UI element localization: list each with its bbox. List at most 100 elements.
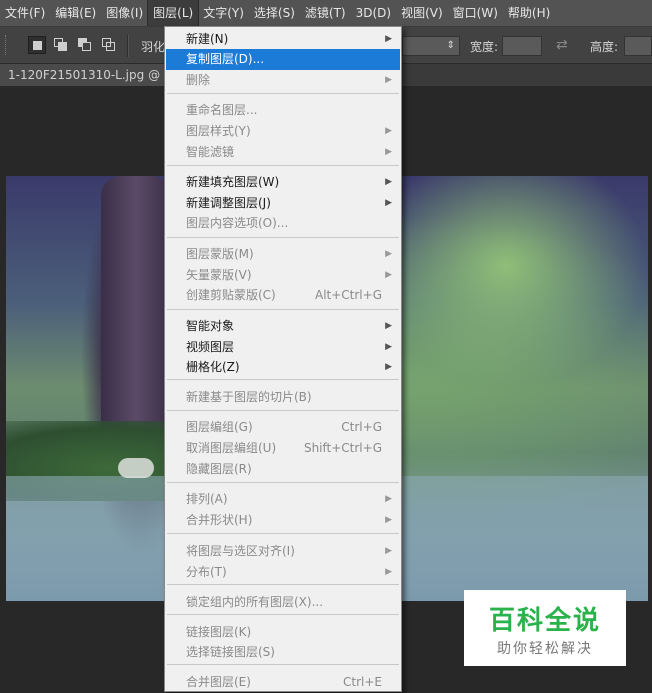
menu-item-label: 智能滤镜	[186, 145, 235, 159]
layer-menu-item[interactable]: 复制图层(D)...	[166, 49, 400, 70]
height-label: 高度:	[590, 40, 619, 54]
menu-item-label: 新建基于图层的切片(B)	[186, 390, 312, 404]
menu-separator	[167, 309, 399, 310]
submenu-arrow-icon: ▶	[385, 494, 392, 504]
menu-separator	[167, 410, 399, 411]
submenu-arrow-icon: ▶	[385, 249, 392, 259]
subtract-selection-button[interactable]	[76, 36, 94, 54]
menu-file[interactable]: 文件(F)	[0, 0, 50, 26]
width-label: 宽度:	[470, 40, 499, 54]
menu-bar: 文件(F) 编辑(E) 图像(I) 图层(L) 文字(Y) 选择(S) 滤镜(T…	[0, 0, 652, 27]
menu-item-label: 矢量蒙版(V)	[186, 268, 252, 282]
menu-image[interactable]: 图像(I)	[101, 0, 148, 26]
rabbits	[118, 458, 154, 478]
menu-type[interactable]: 文字(Y)	[198, 0, 249, 26]
layer-menu-item: 图层样式(Y) ▶	[166, 121, 400, 142]
menu-3d[interactable]: 3D(D)	[351, 0, 396, 26]
watermark-subtitle: 助你轻松解决	[497, 641, 593, 657]
submenu-arrow-icon: ▶	[385, 270, 392, 280]
height-input[interactable]	[624, 36, 652, 56]
menu-item-label: 将图层与选区对齐(I)	[186, 544, 295, 558]
menu-separator	[167, 165, 399, 166]
layer-menu-item[interactable]: 新建(N) ▶	[166, 29, 400, 50]
new-selection-button[interactable]	[28, 36, 46, 54]
menu-item-label: 复制图层(D)...	[186, 52, 265, 66]
layer-menu-item: 隐藏图层(R)	[166, 459, 400, 480]
width-input[interactable]	[502, 36, 542, 56]
menu-item-label: 锁定组内的所有图层(X)...	[186, 595, 324, 609]
menu-item-shortcut: Ctrl+G	[341, 420, 382, 434]
layer-menu-item: 将图层与选区对齐(I) ▶	[166, 541, 400, 562]
menu-select[interactable]: 选择(S)	[249, 0, 300, 26]
menu-item-label: 图层蒙版(M)	[186, 247, 254, 261]
menu-filter[interactable]: 滤镜(T)	[300, 0, 351, 26]
menu-item-label: 新建(N)	[186, 32, 229, 46]
feather-label: 羽化	[141, 40, 166, 54]
submenu-arrow-icon: ▶	[385, 567, 392, 577]
layer-menu-item[interactable]: 新建调整图层(J) ▶	[166, 193, 400, 214]
swap-icon[interactable]: ⇄	[556, 37, 568, 53]
menu-separator	[167, 614, 399, 615]
menu-item-label: 排列(A)	[186, 492, 228, 506]
menu-item-label: 图层样式(Y)	[186, 124, 251, 138]
menu-item-label: 图层内容选项(O)...	[186, 216, 289, 230]
add-selection-button[interactable]	[52, 36, 70, 54]
menu-view[interactable]: 视图(V)	[396, 0, 448, 26]
layer-menu-item: 图层蒙版(M) ▶	[166, 244, 400, 265]
menu-edit[interactable]: 编辑(E)	[50, 0, 101, 26]
menu-separator	[167, 584, 399, 585]
menu-item-label: 取消图层编组(U)	[186, 441, 277, 455]
menu-item-label: 隐藏图层(R)	[186, 462, 252, 476]
submenu-arrow-icon: ▶	[385, 546, 392, 556]
menu-item-label: 新建填充图层(W)	[186, 175, 280, 189]
layer-menu-item: 重命名图层...	[166, 100, 400, 121]
layer-menu-item[interactable]: 栅格化(Z) ▶	[166, 357, 400, 378]
menu-item-label: 重命名图层...	[186, 103, 258, 117]
new-selection-icon	[33, 41, 42, 50]
menu-item-label: 栅格化(Z)	[186, 360, 240, 374]
menu-window[interactable]: 窗口(W)	[448, 0, 503, 26]
layer-menu-item: 锁定组内的所有图层(X)...	[166, 592, 400, 613]
submenu-arrow-icon: ▶	[385, 75, 392, 85]
submenu-arrow-icon: ▶	[385, 147, 392, 157]
subtract-selection-icon-part	[82, 42, 91, 51]
layer-menu-item: 创建剪贴蒙版(C) Alt+Ctrl+G	[166, 285, 400, 306]
intersect-selection-icon-part	[106, 42, 115, 51]
layer-menu-item: 选择链接图层(S)	[166, 642, 400, 663]
menu-item-label: 合并图层(E)	[186, 675, 251, 689]
layer-menu-item: 图层内容选项(O)...	[166, 213, 400, 234]
style-dropdown[interactable]: ⇕	[402, 36, 460, 56]
layer-menu-item: 分布(T) ▶	[166, 562, 400, 583]
menu-item-label: 链接图层(K)	[186, 625, 252, 639]
menu-item-label: 合并形状(H)	[186, 513, 253, 527]
menu-separator	[167, 379, 399, 380]
menu-help[interactable]: 帮助(H)	[503, 0, 555, 26]
submenu-arrow-icon: ▶	[385, 515, 392, 525]
menu-item-label: 新建调整图层(J)	[186, 196, 271, 210]
toolbar-divider	[127, 35, 129, 57]
menu-separator	[167, 482, 399, 483]
menu-item-label: 选择链接图层(S)	[186, 645, 275, 659]
menu-separator	[167, 237, 399, 238]
toolbar-grip[interactable]	[5, 35, 9, 55]
layer-menu-item: 取消图层编组(U) Shift+Ctrl+G	[166, 438, 400, 459]
submenu-arrow-icon: ▶	[385, 177, 392, 187]
menu-separator	[167, 93, 399, 94]
intersect-selection-button[interactable]	[100, 36, 118, 54]
layer-menu-item[interactable]: 视频图层 ▶	[166, 337, 400, 358]
menu-layer[interactable]: 图层(L)	[147, 0, 200, 27]
layer-menu-item: 图层编组(G) Ctrl+G	[166, 417, 400, 438]
layer-menu-item: 删除 ▶	[166, 70, 400, 91]
layer-menu-item: 排列(A) ▶	[166, 489, 400, 510]
menu-item-label: 视频图层	[186, 340, 235, 354]
submenu-arrow-icon: ▶	[385, 126, 392, 136]
watermark-title: 百科全说	[488, 606, 601, 636]
layer-menu-item: 合并图层(E) Ctrl+E	[166, 672, 400, 693]
submenu-arrow-icon: ▶	[385, 198, 392, 208]
layer-menu-item[interactable]: 智能对象 ▶	[166, 316, 400, 337]
document-tab[interactable]: 1-120F21501310-L.jpg @ 1	[0, 64, 170, 86]
layer-menu-item[interactable]: 新建填充图层(W) ▶	[166, 172, 400, 193]
menu-item-label: 图层编组(G)	[186, 420, 253, 434]
menu-item-label: 创建剪贴蒙版(C)	[186, 288, 276, 302]
layer-menu-dropdown: 新建(N) ▶ 复制图层(D)... 删除 ▶ 重命名图层... 图层样式(Y) ▶ 智能滤镜 ▶…	[164, 26, 402, 692]
